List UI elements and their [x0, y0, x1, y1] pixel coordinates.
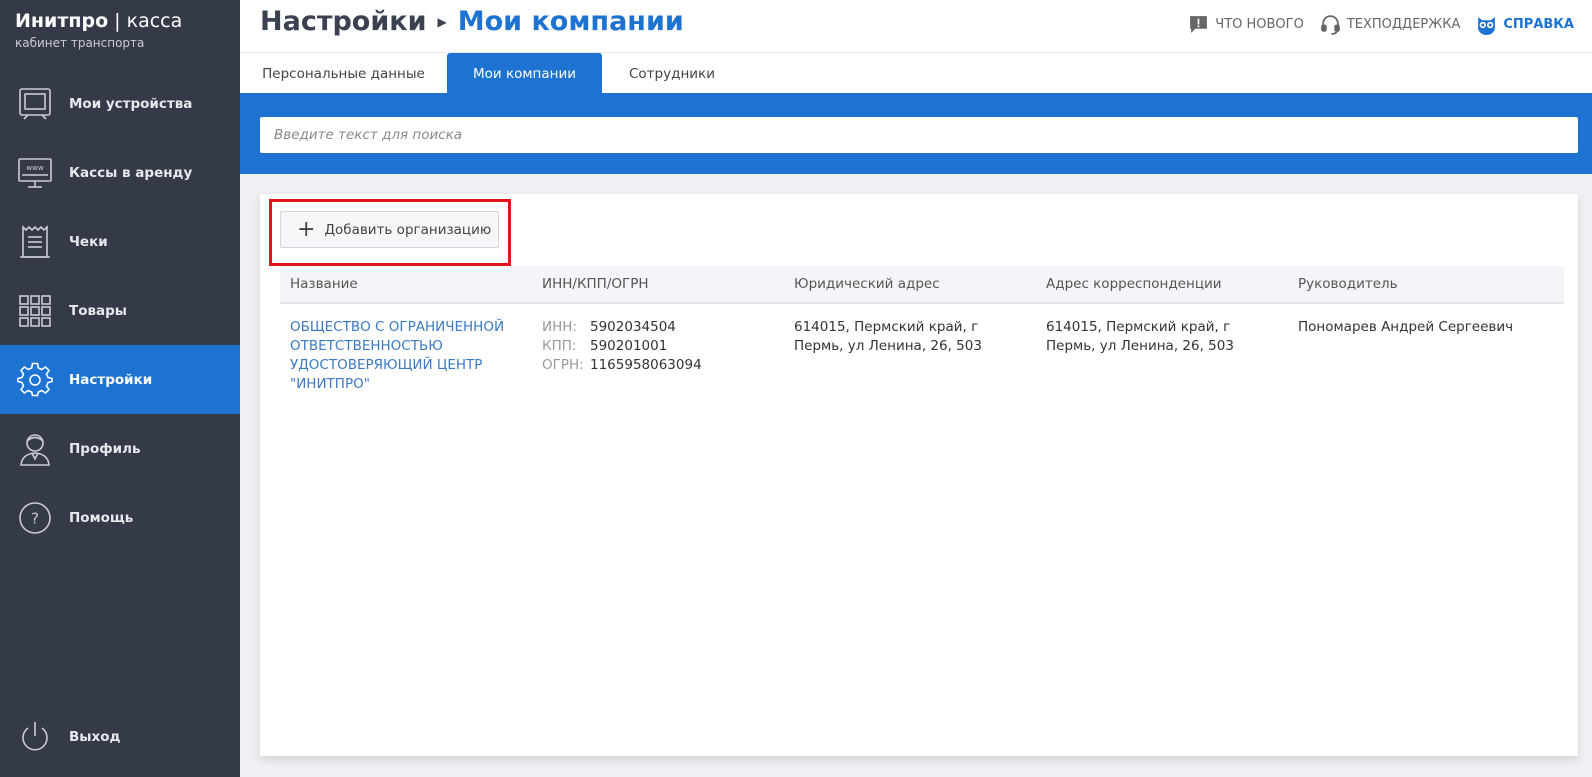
- column-header-name[interactable]: Название: [290, 276, 358, 292]
- logout-button[interactable]: Выход: [0, 702, 240, 771]
- column-header-mail-address[interactable]: Адрес корреспонденции: [1046, 276, 1222, 292]
- table-header: Название ИНН/КПП/ОГРН Юридический адрес …: [280, 266, 1564, 304]
- support-link[interactable]: ТЕХПОДДЕРЖКА: [1320, 14, 1461, 35]
- sidebar-item-help[interactable]: ? Помощь: [0, 483, 240, 552]
- tab-my-companies[interactable]: Мои компании: [447, 53, 602, 94]
- sidebar-item-receipts[interactable]: Чеки: [0, 207, 240, 276]
- help-label: СПРАВКА: [1503, 17, 1574, 32]
- tabs: Персональные данные Мои компании Сотрудн…: [240, 52, 1592, 94]
- director-name: Пономарев Андрей Сергеевич: [1298, 319, 1514, 335]
- brand-title: Инитпро | касса: [15, 10, 183, 32]
- kpp-value: 590201001: [590, 338, 668, 354]
- search-band: [240, 93, 1592, 174]
- search-input[interactable]: [260, 117, 1578, 153]
- question-icon: ?: [15, 498, 55, 538]
- svg-text:?: ?: [31, 509, 39, 527]
- headset-icon: [1321, 15, 1340, 35]
- brand-subtitle: кабинет транспорта: [15, 36, 145, 50]
- inn-label: ИНН:: [542, 319, 577, 335]
- user-icon: [15, 429, 55, 469]
- receipt-icon: [15, 222, 55, 262]
- whats-new-link[interactable]: ЧТО НОВОГО: [1188, 14, 1304, 35]
- kpp-label: КПП:: [542, 338, 577, 354]
- sidebar: Инитпро | касса кабинет транспорта Мои у…: [0, 0, 240, 777]
- breadcrumb: Настройки ▶ Мои компании: [260, 6, 684, 37]
- add-organization-button[interactable]: + Добавить организацию: [280, 211, 499, 248]
- svg-text:www: www: [26, 164, 43, 172]
- legal-address: 614015, Пермский край, г Пермь, ул Ленин…: [794, 319, 982, 354]
- gear-icon: [15, 360, 55, 400]
- support-label: ТЕХПОДДЕРЖКА: [1346, 17, 1461, 32]
- sidebar-item-products[interactable]: Товары: [0, 276, 240, 345]
- ogrn-value: 1165958063094: [590, 357, 702, 373]
- inn-value: 5902034504: [590, 319, 676, 335]
- company-name-link[interactable]: ОБЩЕСТВО С ОГРАНИЧЕННОЙ ОТВЕТСТВЕННОСТЬЮ…: [290, 318, 515, 394]
- mail-address: 614015, Пермский край, г Пермь, ул Ленин…: [1046, 319, 1234, 354]
- plus-icon: +: [297, 216, 316, 242]
- sidebar-item-label: Помощь: [69, 509, 134, 526]
- sidebar-item-label: Профиль: [69, 440, 141, 457]
- tab-employees[interactable]: Сотрудники: [602, 53, 742, 94]
- page-title: Мои компании: [457, 6, 684, 37]
- column-header-legal-address[interactable]: Юридический адрес: [794, 276, 940, 292]
- tab-personal-data[interactable]: Персональные данные: [240, 53, 447, 94]
- add-organization-label: Добавить организацию: [324, 221, 492, 238]
- sidebar-item-rental[interactable]: www Кассы в аренду: [0, 138, 240, 207]
- help-link[interactable]: СПРАВКА: [1476, 14, 1574, 35]
- www-monitor-icon: www: [15, 153, 55, 193]
- grid-icon: [15, 291, 55, 331]
- sidebar-item-profile[interactable]: Профиль: [0, 414, 240, 483]
- sidebar-item-label: Мои устройства: [69, 95, 193, 112]
- company-ids: ИНН: 5902034504 КПП: 590201001 ОГРН: 116595…: [542, 318, 702, 375]
- sidebar-item-label: Кассы в аренду: [69, 164, 193, 181]
- brand: Инитпро | касса кабинет транспорта: [15, 10, 182, 50]
- sidebar-item-label: Настройки: [69, 371, 153, 388]
- sidebar-item-label: Товары: [69, 302, 128, 319]
- sidebar-item-settings[interactable]: Настройки: [0, 345, 240, 414]
- companies-card: + Добавить организацию Название ИНН/КПП/…: [260, 194, 1578, 756]
- sidebar-item-devices[interactable]: Мои устройства: [0, 69, 240, 138]
- breadcrumb-separator-icon: ▶: [437, 14, 447, 29]
- ogrn-label: ОГРН:: [542, 357, 584, 373]
- device-icon: [15, 84, 55, 124]
- owl-icon: [1478, 17, 1496, 35]
- announcement-icon: [1190, 16, 1208, 33]
- header: Настройки ▶ Мои компании ЧТО НОВОГО ТЕХП…: [240, 0, 1592, 52]
- sidebar-item-label: Чеки: [69, 233, 108, 250]
- column-header-director[interactable]: Руководитель: [1298, 276, 1398, 292]
- whats-new-label: ЧТО НОВОГО: [1215, 17, 1304, 32]
- logout-label: Выход: [69, 728, 121, 745]
- breadcrumb-parent[interactable]: Настройки: [260, 6, 427, 37]
- table-row[interactable]: ОБЩЕСТВО С ОГРАНИЧЕННОЙ ОТВЕТСТВЕННОСТЬЮ…: [280, 306, 1564, 406]
- column-header-ids[interactable]: ИНН/КПП/ОГРН: [542, 276, 649, 292]
- header-links: ЧТО НОВОГО ТЕХПОДДЕРЖКА СПРАВКА: [1188, 14, 1574, 35]
- power-icon: [15, 717, 55, 757]
